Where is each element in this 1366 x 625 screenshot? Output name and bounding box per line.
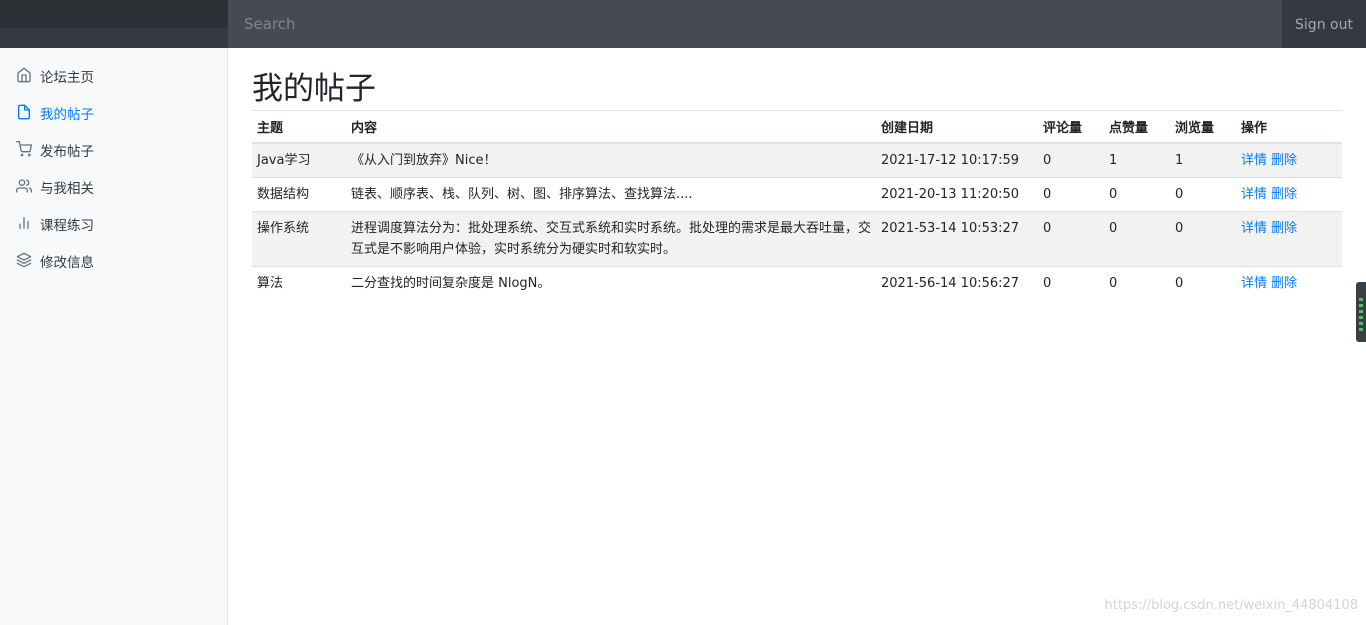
sidebar-item-label: 发布帖子 bbox=[40, 144, 94, 160]
sidebar-item-publish-post[interactable]: 发布帖子 bbox=[0, 131, 227, 168]
detail-link[interactable]: 详情 bbox=[1241, 187, 1267, 202]
detail-link[interactable]: 详情 bbox=[1241, 153, 1267, 168]
cell-topic: 算法 bbox=[252, 266, 346, 300]
cell-date: 2021-56-14 10:56:27 bbox=[876, 266, 1038, 300]
indicator-bar bbox=[1359, 316, 1363, 319]
page-title: 我的帖子 bbox=[252, 71, 376, 107]
cell-content: 链表、顺序表、栈、队列、树、图、排序算法、查找算法.... bbox=[346, 177, 876, 212]
column-header-topic: 主题 bbox=[252, 111, 346, 144]
cell-likes: 0 bbox=[1104, 177, 1170, 212]
sidebar-item-my-posts[interactable]: 我的帖子 bbox=[0, 94, 227, 131]
indicator-bar bbox=[1359, 304, 1363, 307]
indicator-bar bbox=[1359, 310, 1363, 313]
brand-band bbox=[0, 4, 228, 28]
cell-views: 1 bbox=[1170, 142, 1236, 178]
cell-actions: 详情 删除 bbox=[1236, 177, 1342, 212]
sidebar-item-label: 我的帖子 bbox=[40, 107, 94, 123]
sidebar-item-course-practice[interactable]: 课程练习 bbox=[0, 205, 227, 242]
column-header-content: 内容 bbox=[346, 111, 876, 144]
delete-link[interactable]: 删除 bbox=[1271, 153, 1297, 168]
layers-icon bbox=[16, 252, 32, 268]
cell-date: 2021-20-13 11:20:50 bbox=[876, 177, 1038, 212]
watermark: https://blog.csdn.net/weixin_44804108 bbox=[1104, 598, 1358, 613]
cell-likes: 0 bbox=[1104, 266, 1170, 300]
cell-date: 2021-53-14 10:53:27 bbox=[876, 211, 1038, 267]
column-header-comments: 评论量 bbox=[1038, 111, 1104, 144]
table-header-row: 主题 内容 创建日期 评论量 点赞量 浏览量 操作 bbox=[252, 111, 1342, 144]
top-navbar: Sign out bbox=[0, 0, 1366, 48]
table-row: 操作系统 进程调度算法分为：批处理系统、交互式系统和实时系统。批处理的需求是最大… bbox=[252, 211, 1342, 267]
column-header-created-date: 创建日期 bbox=[876, 111, 1038, 144]
cell-comments: 0 bbox=[1038, 177, 1104, 212]
sidebar-item-label: 与我相关 bbox=[40, 181, 94, 197]
sidebar-item-label: 修改信息 bbox=[40, 255, 94, 271]
side-scroll-handle[interactable] bbox=[1356, 282, 1366, 342]
navbar-brand-area bbox=[0, 0, 228, 48]
cell-date: 2021-17-12 10:17:59 bbox=[876, 142, 1038, 178]
sign-out-link[interactable]: Sign out bbox=[1282, 0, 1366, 48]
sidebar-item-label: 课程练习 bbox=[40, 218, 94, 234]
detail-link[interactable]: 详情 bbox=[1241, 276, 1267, 291]
home-icon bbox=[16, 67, 32, 83]
indicator-bar bbox=[1359, 298, 1363, 301]
cell-comments: 0 bbox=[1038, 142, 1104, 178]
indicator-bar bbox=[1359, 328, 1363, 331]
delete-link[interactable]: 删除 bbox=[1271, 187, 1297, 202]
cell-actions: 详情 删除 bbox=[1236, 266, 1342, 300]
cell-topic: Java学习 bbox=[252, 142, 346, 178]
cell-comments: 0 bbox=[1038, 266, 1104, 300]
indicator-bar bbox=[1359, 322, 1363, 325]
sidebar-item-label: 论坛主页 bbox=[40, 70, 94, 86]
cell-content: 进程调度算法分为：批处理系统、交互式系统和实时系统。批处理的需求是最大吞吐量，交… bbox=[346, 211, 876, 267]
detail-link[interactable]: 详情 bbox=[1241, 221, 1267, 236]
cell-topic: 数据结构 bbox=[252, 177, 346, 212]
users-icon bbox=[16, 178, 32, 194]
delete-link[interactable]: 删除 bbox=[1271, 221, 1297, 236]
cell-likes: 0 bbox=[1104, 211, 1170, 267]
table-row: Java学习 《从入门到放弃》Nice！ 2021-17-12 10:17:59… bbox=[252, 142, 1342, 178]
cell-comments: 0 bbox=[1038, 211, 1104, 267]
cell-actions: 详情 删除 bbox=[1236, 211, 1342, 267]
bar-chart-icon bbox=[16, 215, 32, 231]
search-input[interactable] bbox=[228, 0, 1282, 48]
cell-content: 二分查找的时间复杂度是 NlogN。 bbox=[346, 266, 876, 300]
posts-table: 主题 内容 创建日期 评论量 点赞量 浏览量 操作 Java学习 《从入门到放弃… bbox=[252, 111, 1342, 300]
sidebar-item-edit-info[interactable]: 修改信息 bbox=[0, 242, 227, 279]
cell-topic: 操作系统 bbox=[252, 211, 346, 267]
delete-link[interactable]: 删除 bbox=[1271, 276, 1297, 291]
sidebar-item-related-to-me[interactable]: 与我相关 bbox=[0, 168, 227, 205]
cell-views: 0 bbox=[1170, 266, 1236, 300]
cell-actions: 详情 删除 bbox=[1236, 142, 1342, 178]
sidebar: 论坛主页 我的帖子 发布帖子 与我相关 课程练习 修改信息 bbox=[0, 48, 228, 625]
sidebar-item-forum-home[interactable]: 论坛主页 bbox=[0, 57, 227, 94]
table-row: 算法 二分查找的时间复杂度是 NlogN。 2021-56-14 10:56:2… bbox=[252, 266, 1342, 300]
shopping-cart-icon bbox=[16, 141, 32, 157]
column-header-likes: 点赞量 bbox=[1104, 111, 1170, 144]
column-header-actions: 操作 bbox=[1236, 111, 1342, 144]
cell-content: 《从入门到放弃》Nice！ bbox=[346, 142, 876, 178]
cell-likes: 1 bbox=[1104, 142, 1170, 178]
cell-views: 0 bbox=[1170, 177, 1236, 212]
column-header-views: 浏览量 bbox=[1170, 111, 1236, 144]
table-row: 数据结构 链表、顺序表、栈、队列、树、图、排序算法、查找算法.... 2021-… bbox=[252, 177, 1342, 212]
file-icon bbox=[16, 104, 32, 120]
cell-views: 0 bbox=[1170, 211, 1236, 267]
